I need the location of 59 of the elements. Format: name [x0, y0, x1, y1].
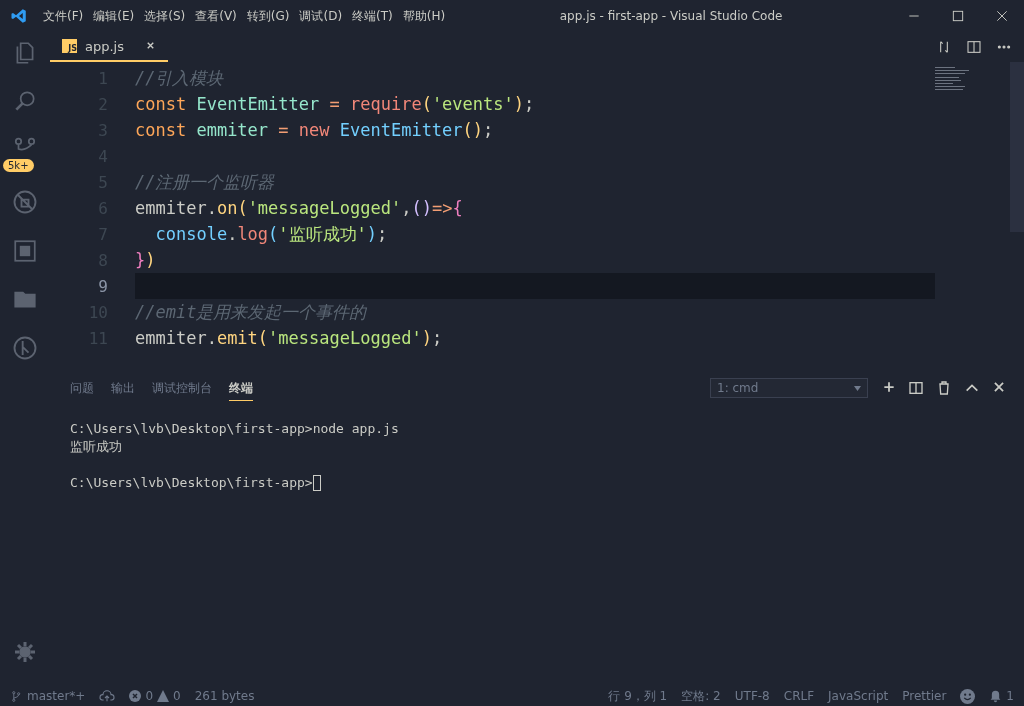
code-line: emmiter.on('messageLogged',()=>{: [135, 197, 464, 220]
code-line: const emmiter = new EventEmitter();: [135, 119, 495, 142]
terminal-line: C:\Users\lvb\Desktop\first-app>: [70, 474, 313, 492]
split-editor-icon[interactable]: [966, 39, 982, 55]
menu-item[interactable]: 编辑(E): [88, 7, 140, 25]
line-number: 9: [97, 276, 108, 296]
panel-tab[interactable]: 问题: [70, 375, 94, 401]
notifications-status[interactable]: 1: [989, 689, 1014, 703]
window-title: app.js - first-app - Visual Studio Code: [559, 9, 783, 23]
maximize-icon[interactable]: [951, 9, 965, 23]
indent-status[interactable]: 空格: 2: [681, 687, 721, 705]
problems-status[interactable]: 0 0: [129, 689, 181, 703]
close-panel-icon[interactable]: [992, 380, 1006, 394]
bell-icon: [989, 689, 1003, 703]
count-badge: 5k+: [3, 159, 34, 172]
code-line: const EventEmitter = require('events');: [135, 93, 536, 116]
menu-item[interactable]: 调试(D): [294, 7, 348, 25]
menu-item[interactable]: 选择(S): [139, 7, 191, 25]
terminal-line: 监听成功: [70, 438, 122, 456]
eol-status[interactable]: CRLF: [783, 689, 815, 703]
menu-item[interactable]: 查看(V): [190, 7, 242, 25]
extensions-icon[interactable]: [12, 238, 38, 264]
code-line: }): [135, 249, 157, 272]
warning-icon: [157, 690, 169, 702]
cloud-upload-icon[interactable]: [99, 688, 116, 704]
add-icon[interactable]: [882, 380, 896, 394]
panel-tab[interactable]: 输出: [111, 375, 135, 401]
language-status[interactable]: JavaScript: [828, 689, 889, 703]
formatter-status[interactable]: Prettier: [902, 689, 947, 703]
cursor-position[interactable]: 行 9，列 1: [608, 687, 668, 705]
panel-tab[interactable]: 调试控制台: [152, 375, 212, 401]
settings-icon[interactable]: [13, 640, 37, 664]
code-line: //引入模块: [135, 66, 225, 90]
encoding-status[interactable]: UTF-8: [734, 689, 770, 703]
menu-item[interactable]: 转到(G): [241, 7, 295, 25]
branch-status[interactable]: master*+: [10, 689, 86, 703]
minimap-drawing: [935, 67, 969, 90]
menu-item[interactable]: 文件(F): [38, 7, 89, 25]
error-icon: [129, 690, 142, 702]
branch-icon[interactable]: [10, 689, 23, 703]
close-icon[interactable]: [995, 9, 1009, 23]
trash-icon[interactable]: [936, 380, 952, 396]
code-line: //emit是用来发起一个事件的: [135, 300, 368, 324]
terminal-line: C:\Users\lvb\Desktop\first-app>node app.js: [70, 420, 399, 438]
code-line: emmiter.emit('messageLogged');: [135, 327, 444, 350]
file-size: 261 bytes: [194, 689, 255, 703]
js-file-icon: JS: [62, 39, 77, 53]
panel-tab[interactable]: 终端: [229, 375, 253, 401]
terminal-cursor: [312, 475, 321, 491]
terminal-select[interactable]: 1: cmd: [710, 378, 868, 398]
smiley-icon[interactable]: [960, 688, 976, 704]
split-terminal-icon[interactable]: [908, 380, 924, 396]
menu-item[interactable]: 帮助(H): [397, 7, 451, 25]
editor-tab[interactable]: JS app.js: [50, 32, 168, 62]
code-line: console.log('监听成功');: [154, 222, 389, 246]
menu-item[interactable]: 终端(T): [347, 7, 398, 25]
caret-icon: [854, 385, 861, 391]
app-logo-icon[interactable]: [10, 7, 28, 25]
code-line: //注册一个监听器: [135, 170, 276, 194]
